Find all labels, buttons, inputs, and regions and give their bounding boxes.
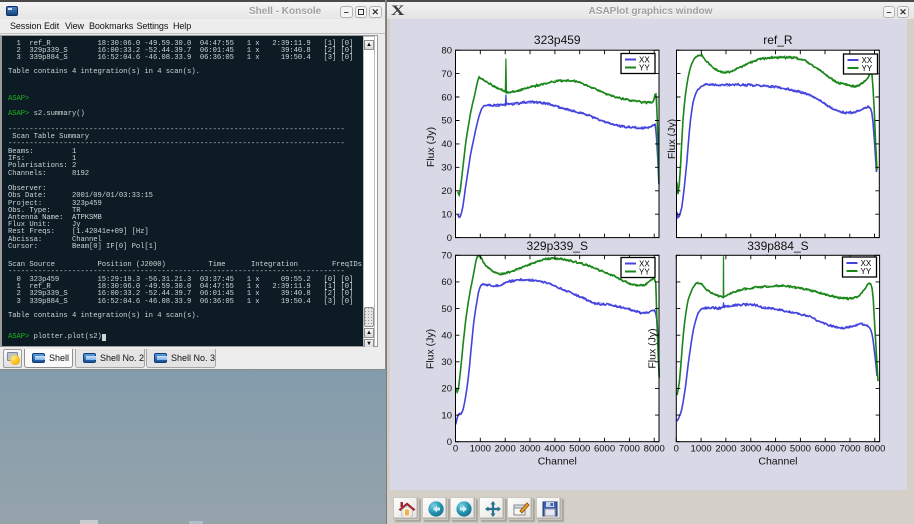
svg-text:30: 30 xyxy=(441,357,452,368)
svg-text:30: 30 xyxy=(441,163,452,174)
svg-text:0: 0 xyxy=(447,233,452,244)
svg-text:60: 60 xyxy=(441,92,452,103)
svg-text:8000: 8000 xyxy=(864,444,885,455)
svg-text:60: 60 xyxy=(441,277,452,288)
svg-text:323p459: 323p459 xyxy=(534,33,581,47)
svg-text:40: 40 xyxy=(441,139,452,150)
svg-text:Flux (Jy): Flux (Jy) xyxy=(425,127,437,167)
svg-text:YY: YY xyxy=(861,267,872,276)
svg-text:ref_R: ref_R xyxy=(763,33,793,47)
svg-text:7000: 7000 xyxy=(619,444,640,455)
svg-text:6000: 6000 xyxy=(594,444,615,455)
svg-text:Channel: Channel xyxy=(758,456,797,468)
svg-text:339p884_S: 339p884_S xyxy=(747,239,808,253)
svg-text:3000: 3000 xyxy=(519,444,540,455)
svg-text:Channel: Channel xyxy=(538,456,577,468)
svg-text:10: 10 xyxy=(441,410,452,421)
svg-text:Flux (Jy): Flux (Jy) xyxy=(647,328,659,368)
svg-text:10: 10 xyxy=(441,209,452,220)
svg-text:20: 20 xyxy=(441,186,452,197)
svg-text:2000: 2000 xyxy=(495,444,516,455)
svg-text:Flux (Jy): Flux (Jy) xyxy=(425,329,437,369)
svg-text:Flux (Jy): Flux (Jy) xyxy=(666,119,678,159)
svg-text:6000: 6000 xyxy=(815,444,836,455)
svg-text:YY: YY xyxy=(639,64,650,73)
svg-text:50: 50 xyxy=(441,304,452,315)
svg-text:1000: 1000 xyxy=(470,444,491,455)
svg-text:7000: 7000 xyxy=(839,444,860,455)
svg-text:1000: 1000 xyxy=(691,444,712,455)
svg-text:4000: 4000 xyxy=(765,444,786,455)
svg-text:70: 70 xyxy=(441,69,452,80)
svg-text:5000: 5000 xyxy=(790,444,811,455)
svg-text:0: 0 xyxy=(447,437,452,448)
svg-text:2000: 2000 xyxy=(715,444,736,455)
svg-text:80: 80 xyxy=(441,45,452,56)
svg-text:5000: 5000 xyxy=(569,444,590,455)
svg-text:0: 0 xyxy=(453,444,458,455)
svg-text:0: 0 xyxy=(674,444,679,455)
svg-text:20: 20 xyxy=(441,384,452,395)
svg-text:YY: YY xyxy=(862,64,873,73)
svg-text:4000: 4000 xyxy=(544,444,565,455)
svg-text:329p339_S: 329p339_S xyxy=(527,239,588,253)
svg-text:3000: 3000 xyxy=(740,444,761,455)
svg-text:50: 50 xyxy=(441,116,452,127)
svg-text:40: 40 xyxy=(441,330,452,341)
svg-text:8000: 8000 xyxy=(644,444,665,455)
svg-text:YY: YY xyxy=(639,268,650,277)
svg-text:70: 70 xyxy=(441,251,452,262)
